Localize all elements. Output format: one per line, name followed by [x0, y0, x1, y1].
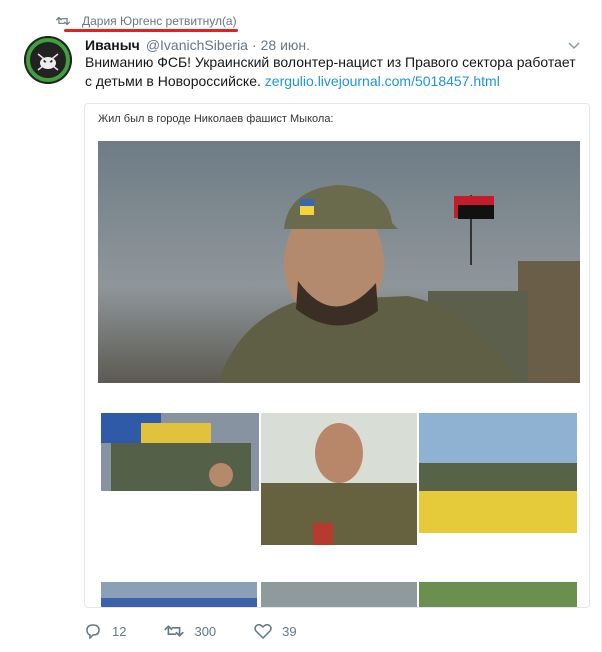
- reply-button[interactable]: 12: [84, 623, 126, 639]
- author-handle[interactable]: @IvanichSiberia: [146, 37, 248, 53]
- highlight-underline: [64, 29, 238, 32]
- main-photo: [98, 141, 580, 383]
- link-card[interactable]: Жил был в городе Николаев фашист Мыкола:: [84, 103, 590, 608]
- retweet-icon: [164, 625, 185, 637]
- avatar[interactable]: [24, 36, 72, 84]
- like-button[interactable]: 39: [254, 623, 297, 639]
- collage-photos: [101, 413, 577, 545]
- reply-count: 12: [112, 623, 127, 639]
- author-name[interactable]: Иваныч: [85, 37, 140, 53]
- heart-icon: [254, 623, 272, 639]
- retweeter-link[interactable]: Дария Юргенс ретвитнул(а): [82, 14, 237, 28]
- bottom-photos: [101, 582, 577, 607]
- retweet-count: 300: [194, 623, 217, 639]
- avatar-logo: [24, 36, 72, 84]
- card-caption: Жил был в городе Николаев фашист Мыкола:: [98, 113, 334, 125]
- tweet-header: Иваныч @IvanichSiberia · 28 июн.: [85, 36, 581, 54]
- tweet-text: Вниманию ФСБ! Украинский волонтер-нацист…: [85, 53, 585, 91]
- timestamp[interactable]: 28 июн.: [261, 37, 310, 53]
- tweet[interactable]: Дария Юргенс ретвитнул(а) Иваныч @Ivanic…: [0, 0, 602, 652]
- tweet-link[interactable]: zergulio.livejournal.com/5018457.html: [265, 73, 500, 89]
- reply-icon: [86, 624, 100, 639]
- separator: ·: [251, 37, 257, 53]
- chevron-down-icon[interactable]: [567, 38, 581, 52]
- retweet-context: Дария Юргенс ретвитнул(а): [56, 12, 237, 30]
- like-count: 39: [282, 623, 297, 639]
- retweet-icon: [56, 16, 70, 26]
- retweet-button[interactable]: 300: [164, 623, 216, 639]
- action-bar: 12 300 39: [84, 622, 335, 640]
